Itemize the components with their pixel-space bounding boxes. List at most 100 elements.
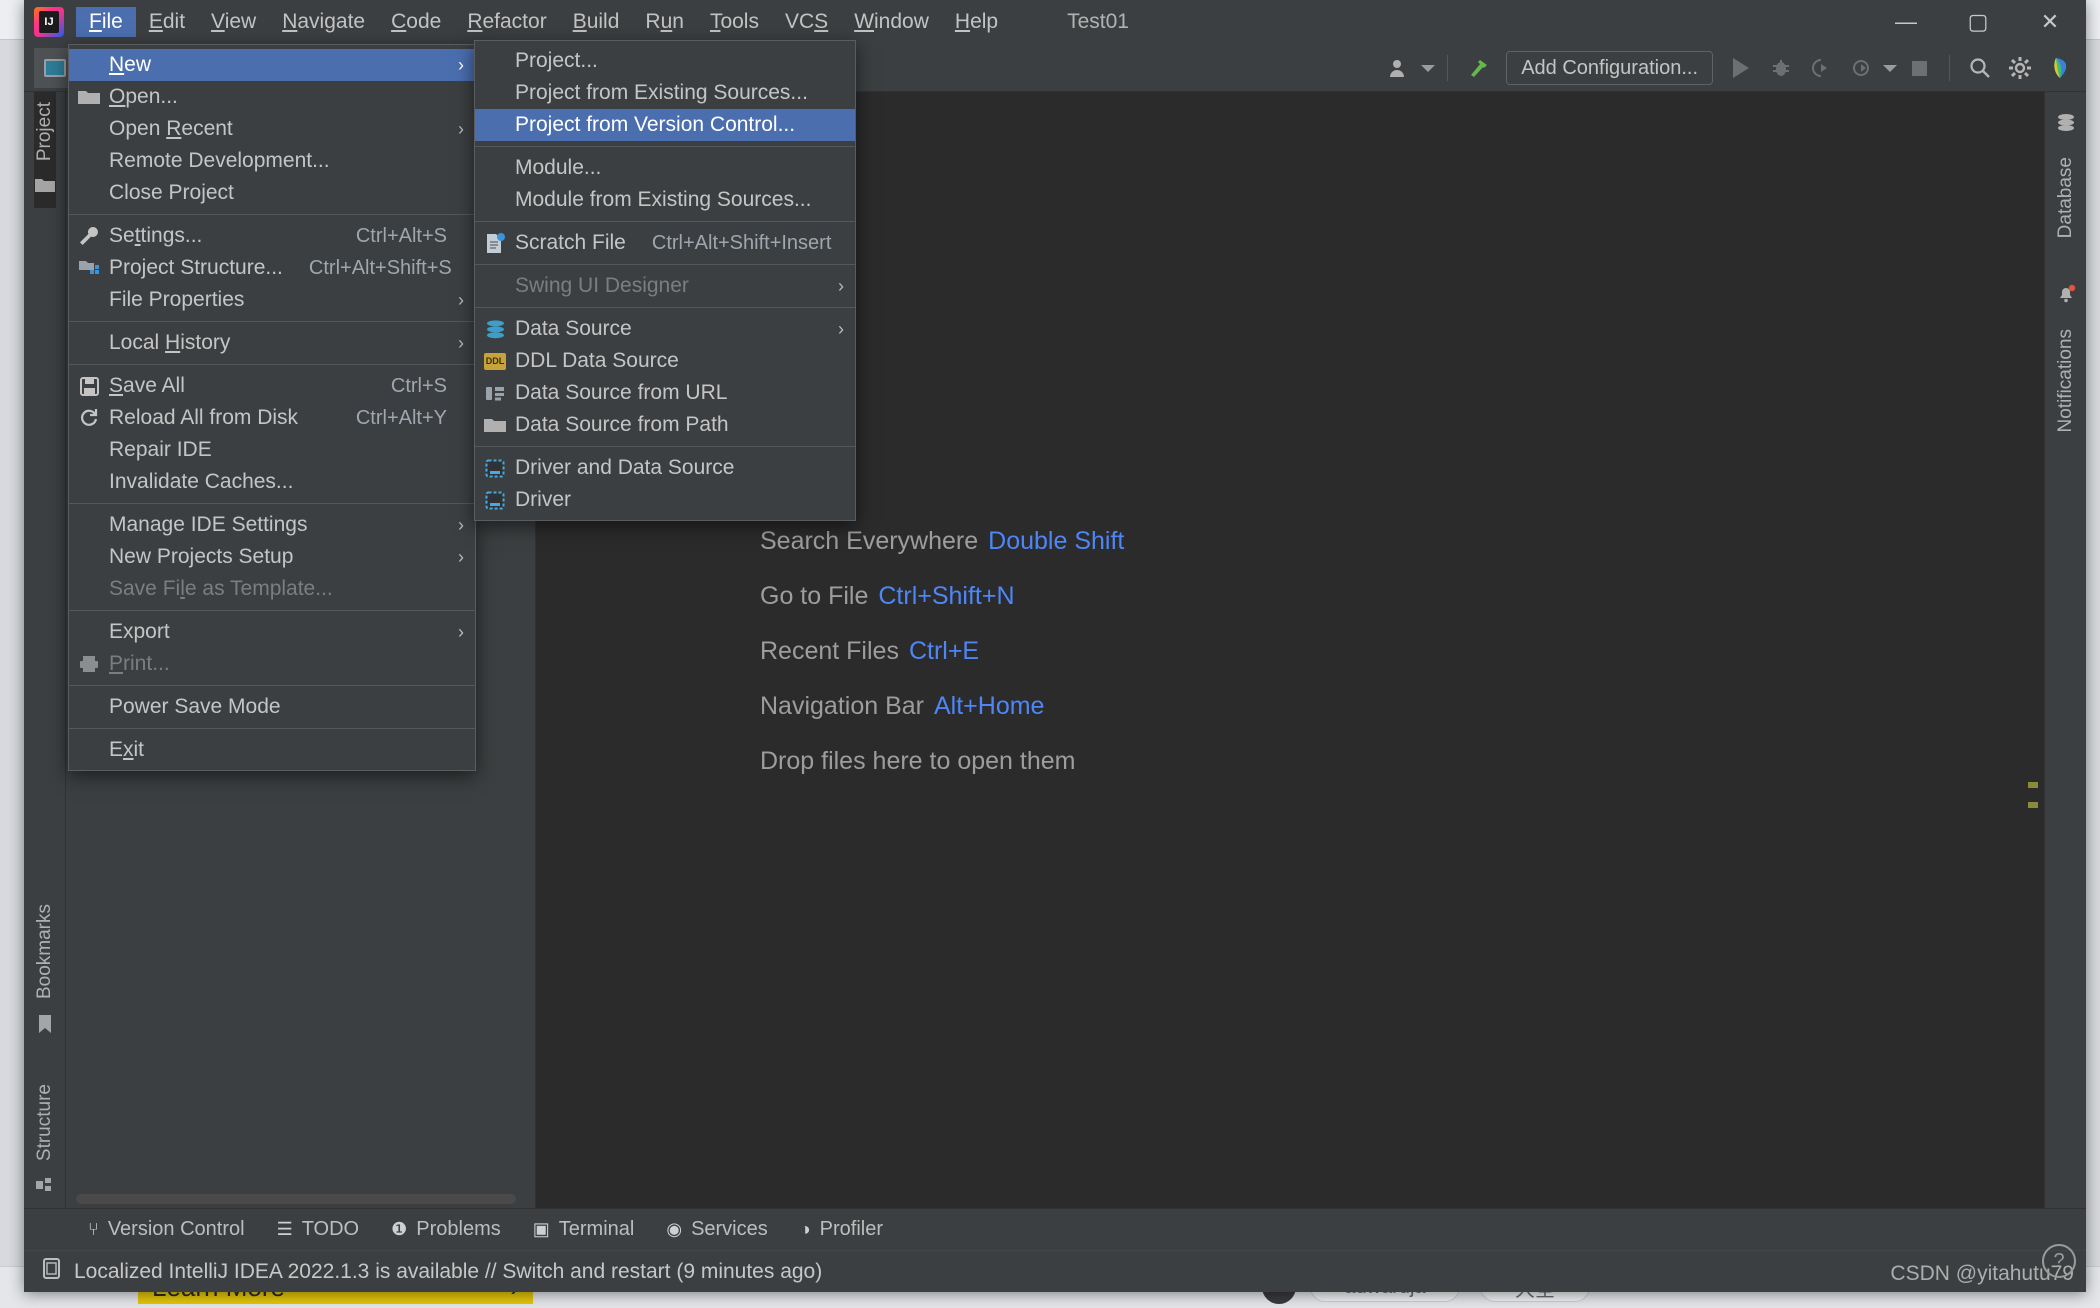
- menu-run[interactable]: Run: [632, 7, 697, 37]
- menu-window[interactable]: Window: [841, 7, 942, 37]
- build-hammer-icon[interactable]: [1460, 50, 1496, 86]
- services-icon: ◉: [666, 1219, 683, 1239]
- menu-item-open-recent[interactable]: Open Recent ›: [69, 113, 475, 145]
- tool-window-bar: ⑂ Version Control ☰ TODO ❶ Problems ▣ Terminal ◉…: [24, 1208, 2086, 1250]
- toolwindow-button-label: TODO: [301, 1218, 360, 1240]
- menu-item-label: Save File as Template...: [109, 577, 333, 600]
- menu-item-module[interactable]: Module...: [475, 152, 855, 184]
- save-icon: [69, 376, 109, 396]
- menu-item-manage-ide-settings[interactable]: Manage IDE Settings ›: [69, 509, 475, 541]
- menu-item-data-source-from-path[interactable]: Data Source from Path: [475, 409, 855, 441]
- menu-item-data-source[interactable]: Data Source ›: [475, 313, 855, 345]
- run-dropdown-caret-icon[interactable]: [1883, 64, 1897, 72]
- toolwindow-button-services[interactable]: ◉ Services: [652, 1213, 781, 1247]
- menu-item-label: New Projects Setup: [109, 545, 294, 568]
- close-icon[interactable]: ✕: [2014, 0, 2086, 44]
- menu-vcs[interactable]: VCS: [772, 7, 841, 37]
- sidebar-item-bookmarks[interactable]: Bookmarks: [34, 894, 56, 1048]
- menu-item-project-structure[interactable]: Project Structure... Ctrl+Alt+Shift+S: [69, 252, 475, 284]
- new-submenu-popup[interactable]: Project... Project from Existing Sources.…: [474, 40, 856, 521]
- menu-refactor[interactable]: Refactor: [454, 7, 559, 37]
- menu-build[interactable]: Build: [560, 7, 633, 37]
- menu-item-ddl-data-source[interactable]: DDL DDL Data Source: [475, 345, 855, 377]
- toolwindow-button-label: Terminal: [558, 1218, 635, 1240]
- menu-item-invalidate-caches[interactable]: Invalidate Caches...: [69, 466, 475, 498]
- menu-navigate[interactable]: Navigate: [269, 7, 378, 37]
- menu-help[interactable]: Help: [942, 7, 1011, 37]
- menu-item-reload-all-from-disk[interactable]: Reload All from Disk Ctrl+Alt+Y: [69, 402, 475, 434]
- sidebar-item-bookmarks-label: Bookmarks: [33, 903, 55, 999]
- run-with-coverage-icon[interactable]: [1803, 50, 1839, 86]
- menu-item-label: DDL Data Source: [515, 349, 679, 372]
- editor-tab-icon: [44, 58, 66, 77]
- chevron-right-icon: ›: [458, 621, 464, 642]
- menu-item-scratch-file[interactable]: Scratch File Ctrl+Alt+Shift+Insert: [475, 227, 855, 259]
- menu-item-shortcut: Ctrl+Alt+Shift+Insert: [651, 231, 832, 254]
- editor-hint-shortcut: Ctrl+E: [908, 637, 980, 665]
- menu-item-project[interactable]: Project...: [475, 45, 855, 77]
- menu-file[interactable]: File: [76, 7, 136, 37]
- menu-item-repair-ide[interactable]: Repair IDE: [69, 434, 475, 466]
- menu-item-driver[interactable]: Driver: [475, 484, 855, 516]
- menu-item-data-source-from-url[interactable]: Data Source from URL: [475, 377, 855, 409]
- menu-edit[interactable]: Edit: [136, 7, 198, 37]
- menu-item-local-history[interactable]: Local History ›: [69, 327, 475, 359]
- settings-gear-icon[interactable]: [2002, 50, 2038, 86]
- file-menu-popup[interactable]: New › Open... Open Recent › Remote Developmen…: [68, 44, 476, 771]
- menu-item-project-from-existing-sources[interactable]: Project from Existing Sources...: [475, 77, 855, 109]
- menu-item-settings[interactable]: Settings... Ctrl+Alt+S: [69, 220, 475, 252]
- editor-hint-action: Search Everywhere: [760, 527, 979, 555]
- search-icon[interactable]: [1962, 50, 1998, 86]
- user-dropdown-caret-icon[interactable]: [1421, 64, 1436, 72]
- stop-icon[interactable]: [1901, 50, 1937, 86]
- menu-bar: File Edit View Navigate Code Refactor Build Run…: [76, 0, 1011, 44]
- menu-item-new[interactable]: New ›: [69, 49, 475, 81]
- menu-item-label: Data Source from Path: [515, 413, 729, 436]
- menu-item-export[interactable]: Export ›: [69, 616, 475, 648]
- menu-item-exit[interactable]: Exit: [69, 734, 475, 766]
- user-icon[interactable]: [1381, 50, 1417, 86]
- toolwindow-button-todo[interactable]: ☰ TODO: [263, 1213, 374, 1247]
- menu-item-power-save-mode[interactable]: Power Save Mode: [69, 691, 475, 723]
- minimize-icon[interactable]: —: [1870, 0, 1942, 44]
- menu-separator: [69, 503, 475, 504]
- menu-item-label: Close Project: [109, 181, 234, 204]
- toolwindow-button-profiler[interactable]: ◑ Profiler: [786, 1213, 897, 1247]
- run-icon[interactable]: [1723, 50, 1759, 86]
- menu-item-open[interactable]: Open...: [69, 81, 475, 113]
- menu-item-label: Swing UI Designer: [515, 274, 689, 297]
- menu-item-new-projects-setup[interactable]: New Projects Setup ›: [69, 541, 475, 573]
- toolwindow-button-terminal[interactable]: ▣ Terminal: [519, 1213, 649, 1247]
- menu-item-save-all[interactable]: Save All Ctrl+S: [69, 370, 475, 402]
- add-configuration-button[interactable]: Add Configuration...: [1506, 51, 1713, 85]
- editor-hint: Drop files here to open them: [760, 747, 1124, 776]
- toolwindow-button-label: Services: [691, 1218, 768, 1240]
- toolwindow-button-version-control[interactable]: ⑂ Version Control: [74, 1213, 259, 1247]
- help-icon[interactable]: ?: [2042, 1244, 2076, 1278]
- menu-tools[interactable]: Tools: [697, 7, 772, 37]
- menu-code[interactable]: Code: [378, 7, 454, 37]
- sidebar-item-project[interactable]: Project: [33, 92, 56, 209]
- ide-assistant-icon[interactable]: [2042, 50, 2078, 86]
- menu-view[interactable]: View: [198, 7, 269, 37]
- toolwindow-button-problems[interactable]: ❶ Problems: [377, 1213, 515, 1247]
- sidebar-item-structure[interactable]: Structure: [34, 1074, 56, 1208]
- menu-item-shortcut: Ctrl+Alt+Shift+S: [308, 256, 452, 279]
- profile-icon[interactable]: [1843, 50, 1879, 86]
- menu-item-module-from-existing-sources[interactable]: Module from Existing Sources...: [475, 184, 855, 216]
- menu-item-remote-development[interactable]: Remote Development...: [69, 145, 475, 177]
- menu-item-project-from-version-control[interactable]: Project from Version Control...: [475, 109, 855, 141]
- notification-text[interactable]: Localized IntelliJ IDEA 2022.1.3 is avai…: [74, 1260, 822, 1284]
- menu-item-label: New: [109, 53, 152, 76]
- sidebar-item-notifications[interactable]: Notifications: [2055, 278, 2077, 443]
- menu-item-close-project[interactable]: Close Project: [69, 177, 475, 209]
- sidebar-item-notifications-label: Notifications: [2054, 329, 2076, 433]
- editor-hint-shortcut: Alt+Home: [933, 692, 1045, 720]
- menu-item-file-properties[interactable]: File Properties ›: [69, 284, 475, 316]
- menu-item-driver-and-data-source[interactable]: Driver and Data Source: [475, 452, 855, 484]
- maximize-icon[interactable]: ▢: [1942, 0, 2014, 44]
- sidebar-item-database[interactable]: Database: [2055, 108, 2077, 248]
- project-horizontal-scrollbar[interactable]: [76, 1194, 516, 1204]
- editor-hint-action: Drop files here to open them: [760, 747, 1076, 775]
- debug-icon[interactable]: [1763, 50, 1799, 86]
